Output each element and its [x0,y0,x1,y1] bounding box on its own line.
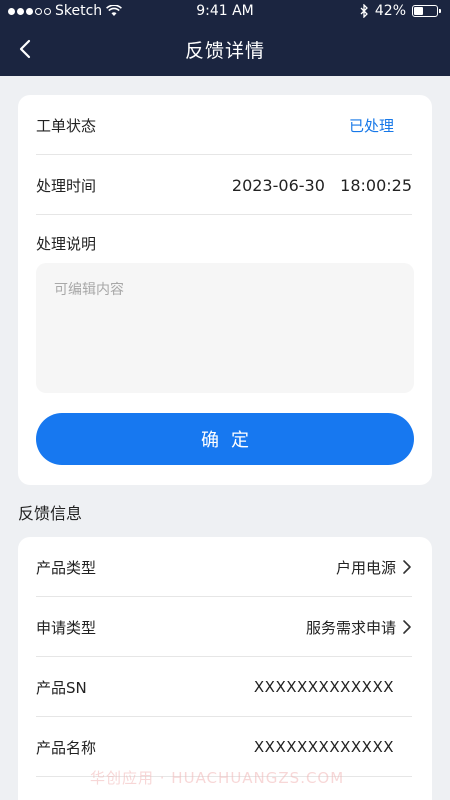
top-bar: Sketch 9:41 AM 42% 反馈详情 [0,0,450,76]
order-status-row: 工单状态 已处理 [36,95,412,155]
order-status-label: 工单状态 [36,116,97,135]
apply-type-value: 服务需求申请 [305,618,396,637]
status-right: 42% [360,3,441,19]
divider [36,214,412,215]
product-type-label: 产品类型 [36,558,97,577]
process-note-label: 处理说明 [36,235,97,253]
order-status-value: 已处理 [348,116,394,135]
battery-icon [412,5,441,17]
status-bar: Sketch 9:41 AM 42% [0,0,450,24]
bluetooth-icon [360,4,368,18]
process-card: 工单状态 已处理 处理时间 2023-06-30 18:00:25 处理说明 确… [18,95,432,485]
product-type-row[interactable]: 产品类型 户用电源 [36,537,412,597]
process-time-label: 处理时间 [36,176,97,195]
process-note-input[interactable] [36,263,414,393]
battery-percent: 42% [374,3,406,19]
product-name-value: XXXXXXXXXXXXX [253,738,394,756]
feedback-section-title: 反馈信息 [18,504,83,523]
process-time-value: 2023-06-30 18:00:25 [231,175,412,195]
watermark: 华创应用 · HUACHUANGZS.COM [90,769,345,787]
apply-type-row[interactable]: 申请类型 服务需求申请 [36,597,412,657]
process-time-row: 处理时间 2023-06-30 18:00:25 [36,155,412,215]
apply-type-label: 申请类型 [36,618,97,637]
product-sn-label: 产品SN [36,678,87,697]
page-title: 反馈详情 [184,40,265,62]
feedback-card: 产品类型 户用电源 申请类型 服务需求申请 产品SN XXXXXXXXXXXXX… [18,537,432,800]
product-name-label: 产品名称 [36,738,97,757]
nav-bar: 反馈详情 [0,24,450,76]
confirm-button[interactable]: 确定 [36,413,414,465]
product-type-value: 户用电源 [335,558,396,577]
chevron-right-icon [403,620,411,634]
product-sn-value: XXXXXXXXXXXXX [253,678,394,696]
chevron-right-icon [403,560,411,574]
product-sn-row: 产品SN XXXXXXXXXXXXX [36,657,412,717]
